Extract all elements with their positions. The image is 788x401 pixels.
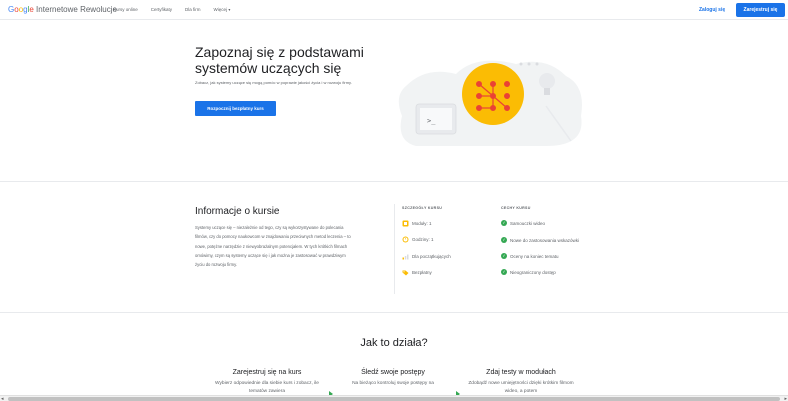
detail-item: Dla początkujących xyxy=(402,253,451,260)
step-card: Zarejestruj się na kurs Wybierz odpowied… xyxy=(207,369,327,396)
horizontal-scrollbar[interactable]: ◂ ▸ xyxy=(0,395,788,401)
login-link[interactable]: Zaloguj się xyxy=(699,7,725,13)
feature-item: ✓ Samouczki wideo xyxy=(501,220,545,226)
feature-label: Nowe do zastosowania wskazówki xyxy=(510,237,580,243)
register-button[interactable]: Zarejestruj się xyxy=(736,3,785,17)
hero-title: Zapoznaj się z podstawami systemów ucząc… xyxy=(195,44,364,76)
details-heading: SZCZEGÓŁY KURSU xyxy=(402,206,443,210)
nav-certificates[interactable]: Certyfikaty xyxy=(151,7,172,12)
features-heading: CECHY KURSU xyxy=(501,206,531,210)
start-course-button[interactable]: Rozpocznij bezpłatny kurs xyxy=(195,101,276,116)
detail-label: Dla początkujących xyxy=(412,254,451,259)
detail-item: Godziny: 1 xyxy=(402,236,434,243)
step-title: Zdaj testy w modułach xyxy=(486,369,556,376)
svg-text:>_: >_ xyxy=(427,117,436,125)
section-divider xyxy=(0,312,788,313)
vertical-divider xyxy=(394,204,395,294)
logo-text: Internetowe Rewolucje xyxy=(33,5,117,14)
check-icon: ✓ xyxy=(501,220,507,226)
check-icon: ✓ xyxy=(501,269,507,275)
feature-label: Samouczki wideo xyxy=(510,220,546,226)
check-icon: ✓ xyxy=(501,253,507,259)
feature-item: ✓ Nieograniczony dostęp xyxy=(501,269,556,275)
info-text: Systemy uczące się – niezależnie od tego… xyxy=(195,225,351,268)
info-title: Informacje o kursie xyxy=(195,206,280,217)
detail-item: Moduły: 1 xyxy=(402,220,432,227)
step-card: Zdaj testy w modułach Zdobądź nowe umiej… xyxy=(461,369,581,396)
chevron-down-icon: ▾ xyxy=(228,7,231,12)
feature-label: Oceny na koniec tematu xyxy=(510,253,559,259)
feature-item: ✓ Nowe do zastosowania wskazówki xyxy=(501,237,579,243)
step-title: Śledź swoje postępy xyxy=(361,369,425,376)
step-text: Wybierz odpowiednie dla siebie kurs i zo… xyxy=(215,381,319,394)
detail-label: Bezpłatny xyxy=(412,270,432,275)
price-tag-icon xyxy=(402,270,409,276)
level-icon xyxy=(402,254,409,260)
modules-icon xyxy=(402,220,409,227)
main-nav: Kursy online Certyfikaty Dla firm Więcej… xyxy=(113,7,243,12)
detail-label: Moduły: 1 xyxy=(412,221,432,226)
section-divider xyxy=(0,181,788,182)
feature-label: Nieograniczony dostęp xyxy=(510,269,556,275)
step-text: Zdobądź nowe umiejętności dzięki krótkim… xyxy=(468,381,574,394)
how-it-works-title: Jak to działa? xyxy=(360,337,428,349)
check-icon: ✓ xyxy=(501,237,507,243)
hero-illustration: >_ xyxy=(398,60,582,146)
nav-more-label: Więcej xyxy=(213,7,228,12)
top-header: Google Internetowe Rewolucje Kursy onlin… xyxy=(0,0,788,20)
nav-business[interactable]: Dla firm xyxy=(185,7,201,12)
nav-courses[interactable]: Kursy online xyxy=(113,7,138,12)
hero-description: Zobacz, jak systemy uczące się mogą pomó… xyxy=(195,80,352,85)
scroll-left-icon[interactable]: ◂ xyxy=(1,396,4,401)
detail-label: Godziny: 1 xyxy=(412,237,434,242)
step-text: Na bieżąco kontroluj swoje postępy na xyxy=(352,381,434,386)
scrollbar-thumb[interactable] xyxy=(8,397,780,401)
feature-item: ✓ Oceny na koniec tematu xyxy=(501,253,559,259)
detail-item: Bezpłatny xyxy=(402,269,432,276)
step-title: Zarejestruj się na kurs xyxy=(232,369,302,376)
nav-more[interactable]: Więcej ▾ xyxy=(214,7,231,12)
clock-icon xyxy=(402,236,409,243)
step-card: Śledź swoje postępy Na bieżąco kontroluj… xyxy=(333,369,453,388)
scroll-right-icon[interactable]: ▸ xyxy=(784,396,787,401)
logo[interactable]: Google Internetowe Rewolucje xyxy=(8,5,117,14)
